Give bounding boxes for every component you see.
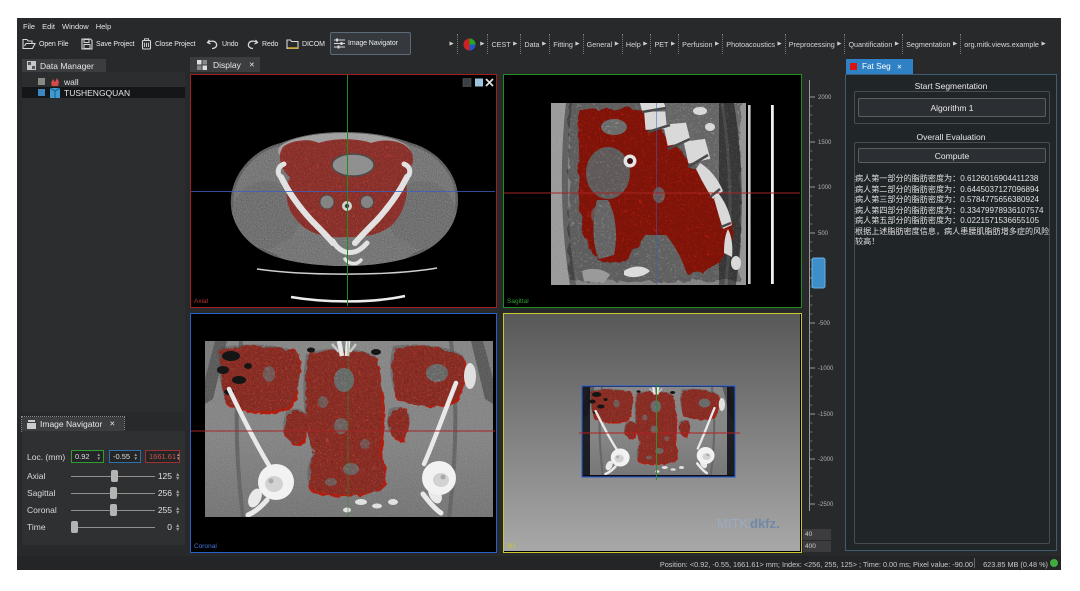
svg-text:Sagittal: Sagittal xyxy=(507,298,529,305)
svg-text:Axial: Axial xyxy=(194,298,209,305)
svg-text:-2500: -2500 xyxy=(818,502,834,508)
svg-text:500: 500 xyxy=(818,231,829,237)
svg-text:-500: -500 xyxy=(818,321,831,327)
svg-text:Coronal: Coronal xyxy=(194,543,217,550)
svg-text:dkfz.: dkfz. xyxy=(750,516,780,531)
svg-text:MITK:: MITK: xyxy=(717,516,752,531)
svg-text:-2000: -2000 xyxy=(818,457,834,463)
svg-text:1000: 1000 xyxy=(818,185,832,191)
svg-text:-1000: -1000 xyxy=(818,366,834,372)
svg-text:-1500: -1500 xyxy=(818,412,834,418)
svg-text:2000: 2000 xyxy=(818,95,832,101)
svg-text:1500: 1500 xyxy=(818,140,832,146)
svg-text:3D: 3D xyxy=(507,543,516,550)
